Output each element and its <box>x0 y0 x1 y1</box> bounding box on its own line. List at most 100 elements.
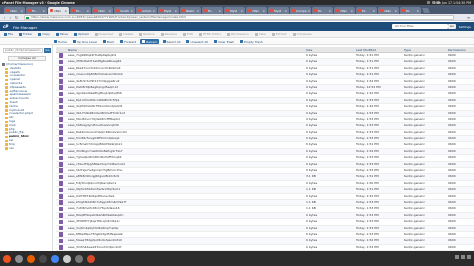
close-icon[interactable]: × <box>284 9 287 13</box>
file-name[interactable]: sess_8ak2nnbu2ulmbqm39bo0vsmc4d <box>66 130 306 135</box>
wifi-icon[interactable] <box>427 1 430 4</box>
browser-tab[interactable]: M... × <box>26 7 47 14</box>
address-bar[interactable]: https://www.mwaurov.com.au:2083/cpsess84… <box>24 15 454 20</box>
upload-button[interactable]: Upload <box>72 32 91 37</box>
browser-tab[interactable]: Myst × <box>158 7 179 14</box>
file-name[interactable]: sess_80aj3fhbqa0dbeh4bt9ebtasplm <box>66 213 306 218</box>
file-name[interactable]: sess_1c5mah72mqql3lbbf3ls9rqb11 <box>66 142 306 147</box>
file-name[interactable]: sess_7utll6mofnd8n17fquhdaso16 <box>66 206 306 211</box>
directory-go-button[interactable]: Go <box>44 48 51 53</box>
file-name[interactable]: sess_f2esq78dg2pcl8o9ohjao4mt10 <box>66 238 306 243</box>
file-name[interactable]: sess_6p1nt3ndd0icnlktb8lmfc5fp1 <box>66 98 306 103</box>
forward-button[interactable]: Forward <box>118 39 138 44</box>
file-name[interactable]: sess_3hc8kgn7uw0hl0o8efng9r7ds7 <box>66 149 306 154</box>
file-name[interactable]: sess_0lvb8rfqb8egtlq1gd5aqm12 <box>66 85 306 90</box>
file-name[interactable]: sess_3oj3m2qlbjh3d4q5kqi7uptlp <box>66 226 306 231</box>
delete-button[interactable]: Delete <box>117 32 135 37</box>
close-icon[interactable]: × <box>416 9 419 13</box>
file-name[interactable]: sess_df3l0tf77j2qe7t9cqm4m5q1c <box>66 219 306 224</box>
up-one-level-button[interactable]: Up One Level <box>71 39 99 44</box>
browser-tab[interactable]: Compa × <box>290 7 311 14</box>
view-trash-button[interactable]: View Trash <box>212 39 236 44</box>
file-name[interactable]: sess_3b17h0b48m0ed8dmuff7n6r1o3 <box>66 111 306 116</box>
file-button[interactable]: File <box>2 32 15 37</box>
chrome-icon[interactable] <box>51 254 59 263</box>
column-last-modified[interactable]: Last Modified <box>356 47 404 52</box>
browser-tab[interactable]: cPan × <box>246 7 267 14</box>
close-icon[interactable]: × <box>308 9 311 13</box>
cpanel-logo[interactable]: cP <box>3 24 11 29</box>
browser-tab[interactable]: Myst × <box>268 7 289 14</box>
file-name[interactable]: sess_b5rghfb4ld4h7ufqgo45m4mt9a7f <box>66 200 306 205</box>
file-name[interactable]: sess_cloenu4lp6d8mfohakuov5bdo0 <box>66 72 306 77</box>
tree-item[interactable]: var <box>2 147 52 151</box>
close-icon[interactable]: × <box>86 9 89 13</box>
browser-tab[interactable]: M.. × <box>202 7 223 14</box>
reload-button[interactable]: Reload <box>140 39 159 44</box>
settings-link[interactable]: Settings <box>459 25 471 29</box>
settings-icon[interactable] <box>75 254 83 263</box>
file-name[interactable]: sess_6ftbpt8po75hgblktgd5lfsqpaa9 <box>66 232 306 237</box>
edit-button[interactable]: Edit <box>181 32 195 37</box>
browser-tab[interactable]: localh × <box>114 7 135 14</box>
file-name[interactable]: sess_3ln5h42ewe57snu7drdpncbd7 <box>66 245 306 250</box>
terminal-icon[interactable] <box>39 254 47 263</box>
close-icon[interactable]: × <box>240 9 243 13</box>
close-icon[interactable]: × <box>372 9 375 13</box>
column-type[interactable]: Type <box>404 47 448 52</box>
file-name[interactable]: sess_7og9ll6lqk2l7le8p9ej0sj2l1 <box>66 53 306 58</box>
browser-tab[interactable]: cPan × <box>4 7 25 14</box>
file-name[interactable]: sess_h08osjjdyn2fouafoadocqti30 <box>66 123 306 128</box>
extract-button[interactable]: Extract <box>270 32 289 37</box>
file-name[interactable]: sess_6ke47oor3ntdrnvvr3c4b9ms4 <box>66 66 306 71</box>
power-icon[interactable] <box>467 255 471 259</box>
back-button[interactable]: Back <box>101 39 116 44</box>
file-name[interactable]: sess_0tp5o03b3sm5eds1dfqc5ub1 <box>66 187 306 192</box>
folder-button[interactable]: Folder <box>17 32 34 37</box>
browser-tab[interactable]: Resto × <box>180 7 201 14</box>
forward-arrow-icon[interactable]: › <box>8 15 13 20</box>
files-icon[interactable] <box>15 254 23 263</box>
store-icon[interactable] <box>87 254 95 263</box>
close-icon[interactable]: × <box>20 9 23 13</box>
file-name[interactable]: sess_c3ku2f3pg580eo5op7dd6vmu0d <box>66 162 306 167</box>
close-icon[interactable]: × <box>42 9 45 13</box>
ubuntu-icon[interactable] <box>3 254 11 263</box>
file-name[interactable]: sess_fr4j3hndjlqnvlrhjibacq9vo1 <box>66 181 306 186</box>
view-button[interactable]: View <box>253 32 268 37</box>
file-name[interactable]: sess_2fr8n8a4l71ekt8g6oe6bsag61 <box>66 59 306 64</box>
file-name[interactable]: sess_56ol3dvnr70jdeb5hcfff8ap4d <box>66 117 306 122</box>
search-go-button[interactable]: Go <box>448 24 456 29</box>
close-icon[interactable]: × <box>328 9 331 13</box>
browser-tab[interactable]: admin × <box>136 7 157 14</box>
close-icon[interactable]: × <box>218 9 221 13</box>
home-button[interactable]: Home <box>52 39 69 44</box>
collapse-all-button[interactable]: Collapse All <box>8 56 46 61</box>
browser-tab[interactable]: M.. × <box>312 7 333 14</box>
restore-button[interactable]: Restore <box>137 32 156 37</box>
column-size[interactable]: Size <box>306 47 356 52</box>
close-icon[interactable]: × <box>394 9 397 13</box>
file-name[interactable]: sess_7g3uq0o8rls8fcd6o52ff3mqb2 <box>66 155 306 160</box>
file-name[interactable]: sess_5mi81r5ovg04tf5m1cbpkaq1 <box>66 136 306 141</box>
rename-button[interactable]: Rename <box>159 32 179 37</box>
network-icon[interactable] <box>455 255 459 259</box>
close-icon[interactable]: × <box>262 9 265 13</box>
chrome-menu-icon[interactable]: ≡ <box>466 15 471 20</box>
browser-tab[interactable]: M.. × <box>356 7 377 14</box>
move-button[interactable]: Move <box>54 32 70 37</box>
search-input[interactable]: All Your Files <box>392 24 448 29</box>
column-permissions[interactable]: Permissions <box>448 47 474 52</box>
browser-tab[interactable]: cPan × <box>92 7 113 14</box>
close-icon[interactable]: × <box>108 9 111 13</box>
copy-button[interactable]: Copy <box>36 32 52 37</box>
reload-icon[interactable]: ↻ <box>14 15 19 20</box>
download-button[interactable]: Download <box>93 32 116 37</box>
file-name[interactable]: sess_4s3tdn7ut5t117m9pgpa6ru2 <box>66 79 306 84</box>
file-name[interactable]: sess_4ojth9mdotb759um0ocdjla3d1 <box>66 104 306 109</box>
close-icon[interactable]: × <box>64 9 67 13</box>
file-name[interactable]: sess_hbl7sje7iv4gnrqn7hjj8mnlclmu <box>66 168 306 173</box>
browser-tab[interactable]: M.. × <box>400 7 421 14</box>
close-icon[interactable]: × <box>350 9 353 13</box>
browser-tab[interactable]: M... × <box>70 7 91 14</box>
